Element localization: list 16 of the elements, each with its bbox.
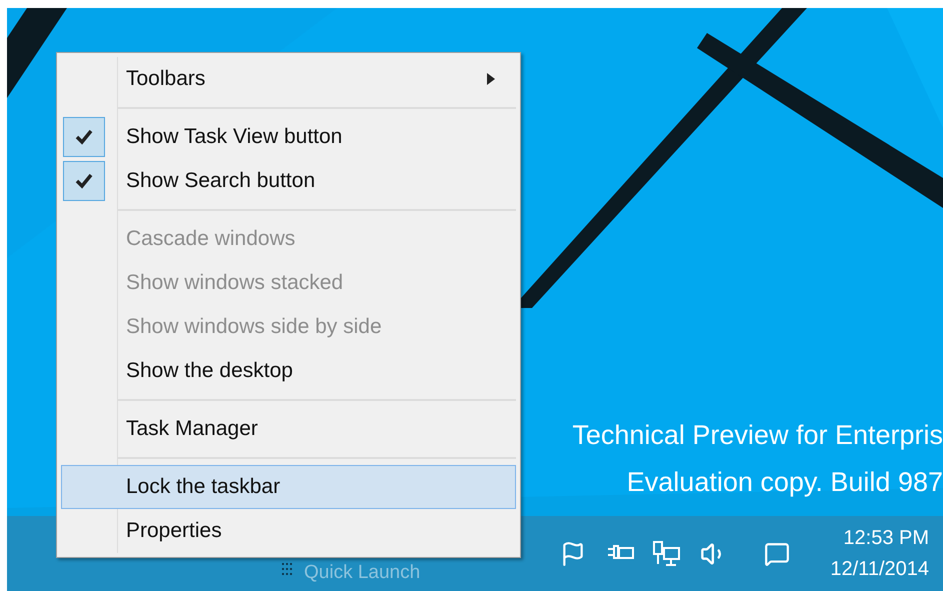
submenu-arrow-icon	[487, 73, 495, 85]
clock-time[interactable]: 12:53 PM	[843, 522, 929, 554]
network-icon[interactable]	[652, 540, 682, 568]
watermark-text: Evaluation copy. Build 987	[626, 466, 943, 499]
menu-item[interactable]: Show Search button	[61, 159, 516, 203]
menu-item[interactable]: Toolbars	[61, 57, 516, 101]
watermark-text: Technical Preview for Enterpris	[572, 419, 943, 452]
menu-item[interactable]: Lock the taskbar	[61, 465, 516, 509]
menu-item[interactable]: Show the desktop	[61, 349, 516, 393]
menu-item[interactable]: Show Task View button	[61, 115, 516, 159]
message-icon[interactable]	[764, 540, 790, 566]
grip-icon	[282, 560, 294, 576]
toolbar-label: Quick Launch	[304, 561, 420, 586]
menu-item[interactable]: Task Manager	[61, 407, 516, 451]
clock-date[interactable]: 12/11/2014	[830, 554, 929, 584]
menu-item[interactable]: Properties	[61, 509, 516, 553]
